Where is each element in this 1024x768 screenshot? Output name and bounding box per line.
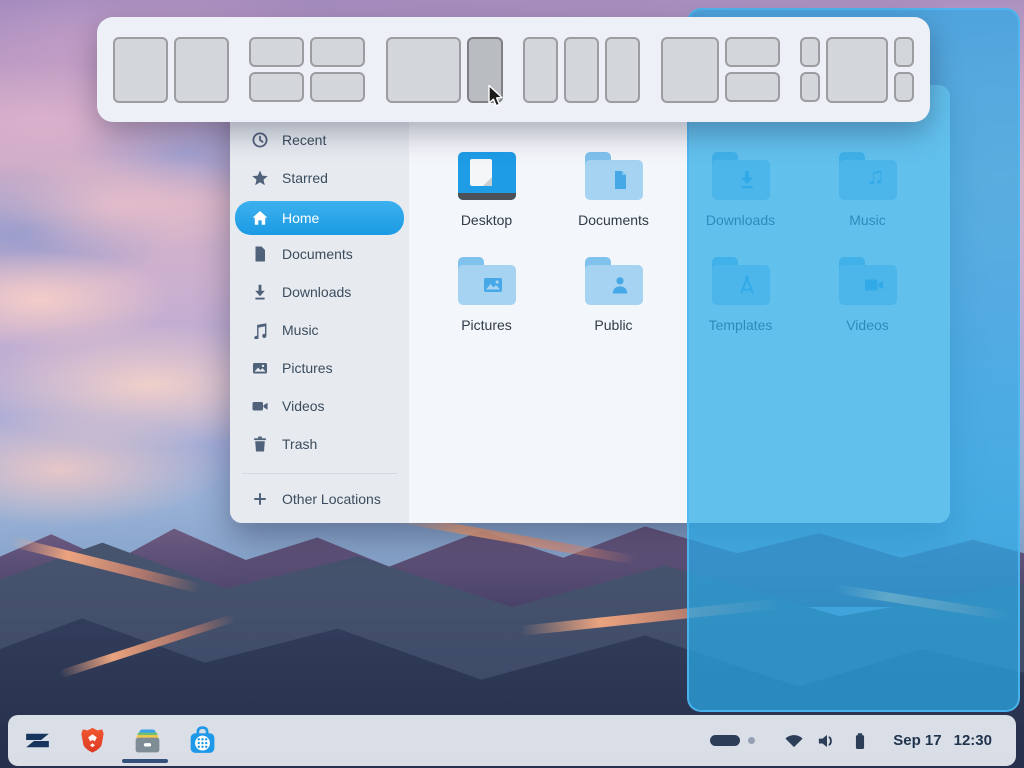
tile-left-half[interactable] xyxy=(113,37,168,103)
mouse-cursor xyxy=(487,84,505,110)
sidebar-item-label: Music xyxy=(282,322,319,338)
public-folder-icon xyxy=(585,257,643,305)
sidebar-item-other-locations[interactable]: Other Locations xyxy=(235,484,404,514)
tile-left-bottom-small[interactable] xyxy=(800,72,820,102)
wifi-icon[interactable] xyxy=(781,728,807,754)
taskbar: Sep 17 12:30 xyxy=(8,715,1016,766)
sidebar-item-pictures[interactable]: Pictures xyxy=(235,353,404,383)
clock[interactable]: Sep 17 12:30 xyxy=(893,732,992,749)
tile-bottom-right-quarter[interactable] xyxy=(310,72,365,102)
tile-left-half-tall[interactable] xyxy=(661,37,719,103)
star-icon xyxy=(251,169,269,187)
active-app-indicator xyxy=(122,759,168,763)
sidebar: Recent Starred Home Documents xyxy=(230,85,409,523)
tile-right-third[interactable] xyxy=(605,37,640,103)
sidebar-item-starred[interactable]: Starred xyxy=(235,163,404,193)
tile-left-third[interactable] xyxy=(523,37,558,103)
system-tray[interactable] xyxy=(781,728,873,754)
zorin-logo-icon xyxy=(21,724,54,757)
desktop-icon xyxy=(458,152,516,200)
pictures-folder-icon xyxy=(458,257,516,305)
date-label: Sep 17 xyxy=(893,732,941,749)
tile-top-right-quarter[interactable] xyxy=(310,37,365,67)
brave-icon xyxy=(77,725,108,756)
taskbar-status-area: Sep 17 12:30 xyxy=(710,728,1016,754)
workspace-indicator-inactive[interactable] xyxy=(748,737,755,744)
folder-label: Documents xyxy=(578,212,649,228)
sidebar-item-label: Starred xyxy=(282,170,328,186)
folder-label: Desktop xyxy=(461,212,512,228)
files-app-button[interactable] xyxy=(131,724,164,757)
plus-icon xyxy=(251,490,269,508)
tiling-assistant-popup xyxy=(97,17,930,122)
sidebar-item-downloads[interactable]: Downloads xyxy=(235,277,404,307)
sidebar-item-recent[interactable]: Recent xyxy=(235,125,404,155)
files-icon xyxy=(131,724,164,757)
workspace-indicator-active[interactable] xyxy=(710,735,740,746)
tile-center-large[interactable] xyxy=(826,37,888,103)
sidebar-item-home[interactable]: Home xyxy=(235,201,404,235)
folder-label: Pictures xyxy=(461,317,512,333)
tile-right-bottom-small[interactable] xyxy=(894,72,914,102)
download-icon xyxy=(251,283,269,301)
home-icon xyxy=(251,209,269,227)
folder-item-pictures[interactable]: Pictures xyxy=(423,245,550,350)
sidebar-item-music[interactable]: Music xyxy=(235,315,404,345)
software-store-icon xyxy=(186,724,219,757)
tile-left-top-small[interactable] xyxy=(800,37,820,67)
time-label: 12:30 xyxy=(954,732,992,749)
brave-browser-button[interactable] xyxy=(76,724,109,757)
software-store-button[interactable] xyxy=(186,724,219,757)
tile-center-third[interactable] xyxy=(564,37,599,103)
tiling-layout-four-quarters[interactable] xyxy=(249,37,365,102)
tiling-layout-center-with-split-sides[interactable] xyxy=(800,37,914,103)
tile-right-bottom[interactable] xyxy=(725,72,780,102)
sidebar-item-label: Downloads xyxy=(282,284,351,300)
tile-bottom-left-quarter[interactable] xyxy=(249,72,304,102)
tiling-layout-wide-left-narrow-right[interactable] xyxy=(386,37,503,103)
battery-icon[interactable] xyxy=(847,728,873,754)
tiling-layout-three-columns[interactable] xyxy=(523,37,640,103)
document-icon xyxy=(251,245,269,263)
tile-wide-left[interactable] xyxy=(386,37,461,103)
picture-icon xyxy=(251,359,269,377)
sidebar-item-label: Home xyxy=(282,210,319,226)
sidebar-item-label: Other Locations xyxy=(282,491,381,507)
volume-icon[interactable] xyxy=(814,728,840,754)
music-icon xyxy=(251,321,269,339)
documents-folder-icon xyxy=(585,152,643,200)
zorin-menu-button[interactable] xyxy=(21,724,54,757)
folder-item-documents[interactable]: Documents xyxy=(550,140,677,245)
sidebar-item-label: Videos xyxy=(282,398,325,414)
tile-right-top[interactable] xyxy=(725,37,780,67)
tile-right-half[interactable] xyxy=(174,37,229,103)
folder-item-public[interactable]: Public xyxy=(550,245,677,350)
taskbar-app-icons xyxy=(8,724,219,757)
sidebar-item-label: Recent xyxy=(282,132,326,148)
sidebar-item-label: Documents xyxy=(282,246,353,262)
sidebar-item-label: Trash xyxy=(282,436,317,452)
sidebar-item-trash[interactable]: Trash xyxy=(235,429,404,459)
sidebar-item-label: Pictures xyxy=(282,360,333,376)
clock-icon xyxy=(251,131,269,149)
sidebar-separator xyxy=(242,473,397,474)
tiling-layout-half-left-stacked-right[interactable] xyxy=(661,37,780,103)
folder-item-desktop[interactable]: Desktop xyxy=(423,140,550,245)
tile-right-top-small[interactable] xyxy=(894,37,914,67)
sidebar-item-videos[interactable]: Videos xyxy=(235,391,404,421)
tile-top-left-quarter[interactable] xyxy=(249,37,304,67)
trash-icon xyxy=(251,435,269,453)
video-icon xyxy=(251,397,269,415)
sidebar-item-documents[interactable]: Documents xyxy=(235,239,404,269)
tiling-layout-two-halves[interactable] xyxy=(113,37,229,103)
folder-label: Public xyxy=(594,317,632,333)
